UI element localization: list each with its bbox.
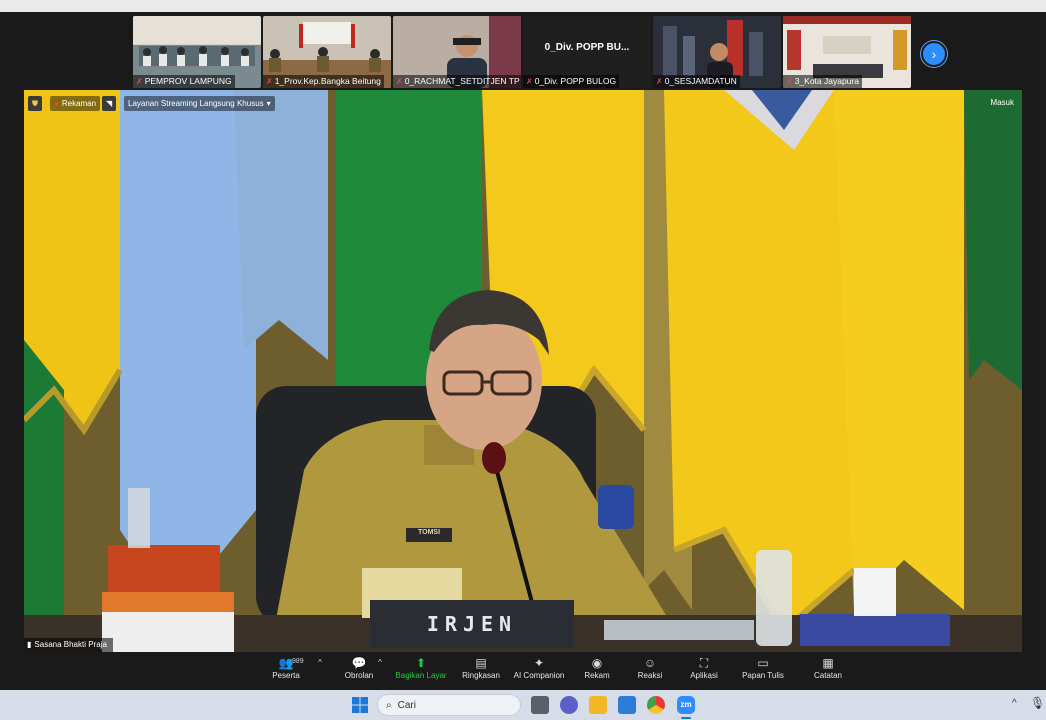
mic-muted-icon: ✗: [266, 77, 273, 86]
mic-muted-icon: ✗: [136, 77, 143, 86]
record-dot-icon: ●: [54, 99, 59, 108]
tray-chevron-up-icon[interactable]: ^: [1012, 698, 1017, 709]
live-stream-dropdown[interactable]: Layanan Streaming Langsung Khusus ▾: [124, 96, 275, 111]
participant-thumbnail[interactable]: ✗ 1_Prov.Kep.Bangka Beitung: [263, 16, 391, 88]
participants-icon: 👥: [278, 656, 294, 670]
shield-icon: ⛊: [32, 98, 38, 108]
ai-companion-icon: ✦: [533, 656, 545, 670]
teams-chat-icon[interactable]: [560, 696, 578, 714]
whiteboard-icon: ▭: [757, 656, 769, 670]
microphone-icon[interactable]: 🎙: [1030, 696, 1045, 710]
share-screen-icon: ⬆: [415, 656, 427, 670]
chevron-up-icon: ^: [378, 658, 382, 667]
chat-chevron[interactable]: ^: [370, 655, 390, 671]
active-speaker-video: IRJEN TOMSI ⛊ ● Rekaman ◥ Layanan Streami…: [24, 90, 1022, 652]
search-icon: ⌕: [386, 699, 392, 711]
signal-bars-icon: ▮: [27, 640, 32, 649]
participant-name: 1_Prov.Kep.Bangka Beitung: [274, 76, 381, 86]
gallery-strip: ✗ PEMPROV LAMPUNG ✗ 1_Prov.Kep.Bangka Beit…: [0, 12, 1046, 92]
participant-name: 0_SESJAMDATUN: [664, 76, 737, 86]
mic-muted-icon: ✗: [526, 77, 533, 86]
share-screen-button[interactable]: ⬆ Bagikan Layar: [389, 655, 453, 680]
whiteboard-button[interactable]: ▭ Papan Tulis: [731, 655, 795, 680]
mic-muted-icon: ✗: [396, 77, 403, 86]
task-view-icon[interactable]: [531, 696, 549, 714]
speaker-name-label: ▮ Sasana Bhakti Praja: [24, 638, 113, 652]
participant-name: 0_RACHMAT_SETDITJEN TP: [404, 76, 520, 86]
uniform-name-badge: TOMSI: [417, 529, 441, 536]
notes-icon: ▦: [822, 656, 834, 670]
apps-icon: ⛶: [699, 656, 709, 670]
taskbar-search[interactable]: ⌕ Cari: [377, 694, 521, 716]
participant-thumbnail[interactable]: ✗ 3_Kota Jayapura: [783, 16, 911, 88]
ai-companion-button[interactable]: ✦ AI Companion: [507, 655, 571, 680]
nameplate-text: IRJEN: [426, 612, 518, 636]
participant-name: 3_Kota Jayapura: [794, 76, 859, 86]
participants-button[interactable]: 👥 989 Peserta: [254, 655, 318, 680]
active-app-indicator: [681, 717, 691, 719]
participant-thumbnail[interactable]: ✗ 0_RACHMAT_SETDITJEN TP: [393, 16, 521, 88]
windows-taskbar: ⌕ Cari zm ^ 🎙: [0, 690, 1046, 720]
participant-name: 0_Div. POPP BULOG: [534, 76, 617, 86]
summary-button[interactable]: ▤ Ringkasan: [449, 655, 513, 680]
apps-button[interactable]: ⛶ Aplikasi: [672, 655, 736, 680]
zoom-app-icon[interactable]: zm: [677, 696, 695, 714]
mic-muted-icon: ✗: [656, 77, 663, 86]
notes-button[interactable]: ▦ Catatan: [796, 655, 860, 680]
live-stream-icon-button[interactable]: ◥: [102, 96, 117, 111]
chrome-icon[interactable]: [647, 696, 665, 714]
meeting-toolbar: 👥 989 Peserta ^ 💬 Obrolan ^ ⬆ Bagikan La…: [0, 652, 1046, 690]
chevron-right-icon: ›: [931, 46, 937, 62]
participant-display-name: 0_Div. POPP BU...: [544, 42, 630, 53]
speaker-scene: [24, 90, 1022, 652]
participant-thumbnail[interactable]: 0_Div. POPP BU... ✗ 0_Div. POPP BULOG: [523, 16, 651, 88]
meeting-topbar: ⛊ ● Rekaman ◥ Layanan Streaming Langsung …: [24, 90, 1022, 116]
photos-icon[interactable]: [618, 696, 636, 714]
participant-thumbnail[interactable]: ✗ 0_SESJAMDATUN: [653, 16, 781, 88]
join-button[interactable]: Masuk: [990, 98, 1014, 107]
next-page-button[interactable]: ›: [921, 41, 947, 67]
windows-logo-icon: [352, 697, 368, 713]
windows-start-button[interactable]: [351, 696, 369, 714]
recording-indicator[interactable]: ● Rekaman: [50, 96, 101, 111]
summary-icon: ▤: [475, 656, 487, 670]
participants-count: 989: [292, 658, 304, 665]
broadcast-icon: ◥: [106, 99, 113, 108]
chevron-down-icon: ▾: [266, 99, 271, 108]
file-explorer-icon[interactable]: [589, 696, 607, 714]
zoom-window: ✗ PEMPROV LAMPUNG ✗ 1_Prov.Kep.Bangka Beit…: [0, 12, 1046, 690]
participant-name: PEMPROV LAMPUNG: [144, 76, 232, 86]
mic-muted-icon: ✗: [786, 77, 793, 86]
participant-thumbnail[interactable]: ✗ PEMPROV LAMPUNG: [133, 16, 261, 88]
security-button[interactable]: ⛊: [28, 96, 42, 111]
